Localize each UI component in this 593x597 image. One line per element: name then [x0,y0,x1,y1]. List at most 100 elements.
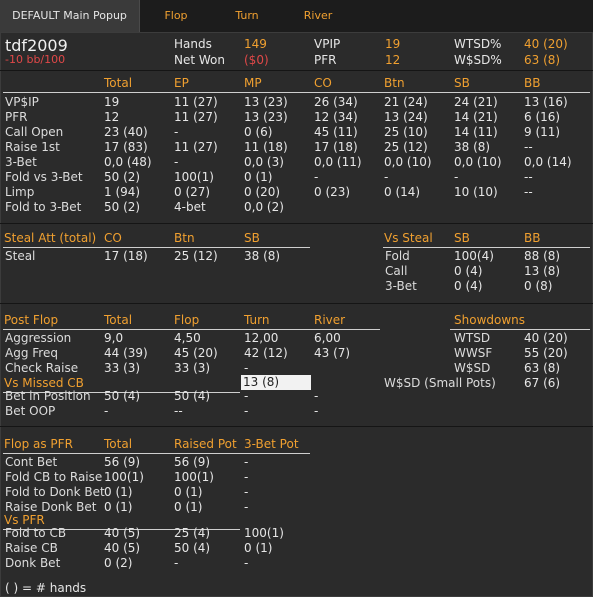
vs-steal-header: Vs Steal SB BB [383,230,590,248]
table-cell: -- [524,140,533,154]
showdowns-header: Showdowns [450,312,590,330]
table-cell: 56 (9) [104,455,141,469]
table-cell: 38 (8) [454,140,491,154]
table-cell: 50 (2) [104,200,141,214]
table-cell: 56 (9) [174,455,211,469]
bb-per-100: -10 bb/100 [5,53,66,66]
table-cell: 17 (83) [104,140,148,154]
table-cell: 0,0 (10) [384,155,432,169]
footer-note: ( ) = # hands [5,581,87,595]
table-cell: - [244,389,249,403]
row-label: Limp [5,185,35,199]
divider [0,70,593,71]
table-cell: 0 (1) [104,485,133,499]
table-cell: -- [524,170,533,184]
table-cell: 100(4) [454,249,494,263]
wsd-value: 63 (8) [524,53,561,67]
table-cell: 13 (8) [524,264,561,278]
tab-river[interactable]: River [288,0,348,32]
table-cell: 88 (8) [524,249,561,263]
table-cell: 0,0 (2) [244,200,284,214]
table-cell: 45 (20) [174,346,218,360]
table-cell: 42 (12) [244,346,288,360]
col-total: Total [104,76,133,90]
table-cell: 12 (34) [314,110,358,124]
table-cell: 100(1) [104,470,144,484]
vs-steal-title: Vs Steal [384,231,433,245]
table-cell: 40 (20) [524,331,568,345]
tab-flop[interactable]: Flop [146,0,206,32]
steal-header: Steal Att (total) CO Btn SB [3,230,310,248]
row-label: W$SD (Small Pots) [384,376,496,390]
table-cell: 0 (2) [104,556,133,570]
table-cell: 11 (27) [174,95,218,109]
tab-default-main-popup[interactable]: DEFAULT Main Popup [0,0,140,32]
wtsd-value: 40 (20) [524,37,568,51]
table-cell: 50 (4) [174,389,211,403]
vs-pfr-title: Vs PFR [4,513,45,527]
missed-cb-value: 13 (8) [241,375,311,390]
table-cell: 12,00 [244,331,279,345]
table-cell: 12 [104,110,120,124]
hands-value: 149 [244,37,267,51]
table-cell: 13 (16) [524,95,568,109]
table-cell: 26 (34) [314,95,358,109]
row-label: Agg Freq [5,346,58,360]
row-label: Call [385,264,408,278]
table-cell: - [314,389,319,403]
table-cell: - [454,170,459,184]
table-cell: - [244,470,249,484]
table-cell: 11 (18) [244,140,288,154]
row-label: W$SD [454,361,491,375]
table-cell: 44 (39) [104,346,148,360]
table-cell: 17 (18) [314,140,358,154]
pfr-label: PFR [314,53,337,67]
table-cell: 14 (21) [454,110,498,124]
table-cell: 50 (2) [104,170,141,184]
col-3bet-pot: 3-Bet Pot [244,437,299,451]
table-cell: 0,0 (48) [104,155,152,169]
col-sb: SB [454,231,470,245]
table-cell: 14 (11) [454,125,498,139]
pfr-value: 12 [385,53,401,67]
table-cell: 24 (21) [454,95,498,109]
table-cell: 9,0 [104,331,124,345]
row-label: WWSF [454,346,493,360]
row-label: Fold to Donk Bet [5,485,105,499]
col-flop: Flop [174,313,200,327]
row-label: Fold to 3-Bet [5,200,82,214]
table-cell: - [174,556,179,570]
row-label: Steal [5,249,36,263]
col-sb: SB [454,76,470,90]
table-cell: - [244,404,249,418]
postflop-title: Post Flop [4,313,59,327]
table-cell: 40 (5) [104,541,141,555]
tab-bar: DEFAULT Main Popup Flop Turn River [0,0,593,32]
table-cell: 0,0 (3) [244,155,284,169]
divider [0,303,593,304]
col-total: Total [104,437,133,451]
table-cell: 0 (1) [244,541,273,555]
table-cell: 13 (24) [384,110,428,124]
table-cell: 0 (1) [244,170,273,184]
row-label: Fold vs 3-Bet [5,170,83,184]
flop-pfr-header: Flop as PFR Total Raised Pot 3-Bet Pot [3,436,310,454]
table-cell: 100(1) [174,170,214,184]
table-cell: - [244,556,249,570]
divider [0,426,593,427]
tab-turn[interactable]: Turn [217,0,277,32]
col-river: River [314,313,346,327]
row-label: 3-Bet [385,279,417,293]
table-cell: 25 (10) [384,125,428,139]
hands-label: Hands [174,37,212,51]
table-cell: 21 (24) [384,95,428,109]
table-cell: 0 (8) [524,279,553,293]
col-co: CO [104,231,122,245]
row-label: Cont Bet [5,455,58,469]
col-raised-pot: Raised Pot [174,437,237,451]
row-label: Aggression [5,331,72,345]
col-sb: SB [244,231,260,245]
row-label: Raise 1st [5,140,60,154]
wtsd-label: WTSD% [454,37,502,51]
table-cell: 13 (23) [244,95,288,109]
